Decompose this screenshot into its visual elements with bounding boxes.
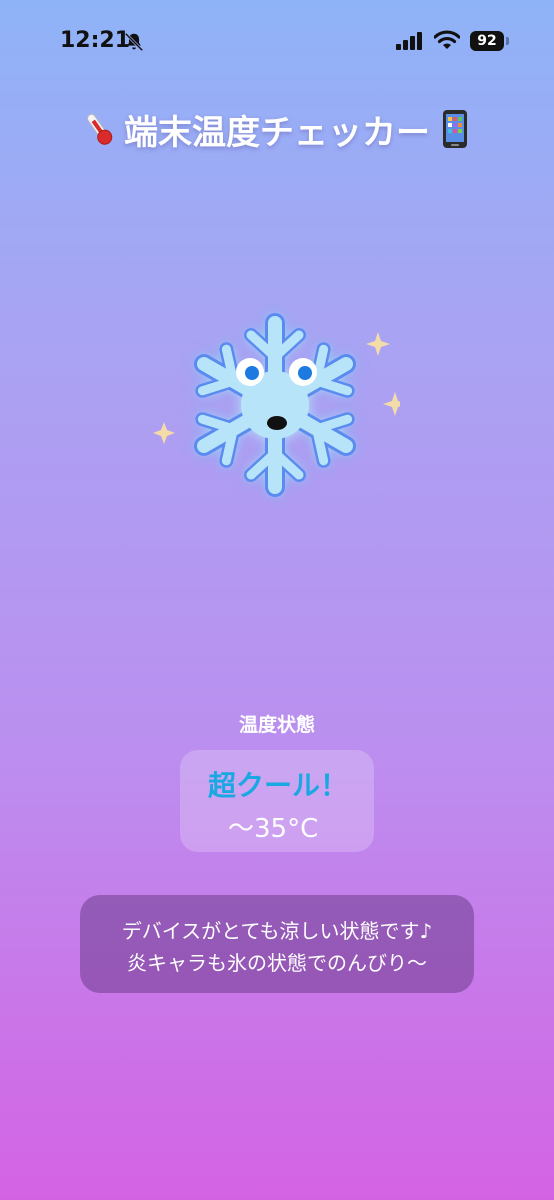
battery-level: 92 [477, 33, 497, 49]
wifi-icon [434, 30, 460, 49]
temperature-status-card: 超クール！ ～35°C [180, 750, 374, 852]
message-line-1: デバイスがとても涼しい状態です♪ [121, 919, 433, 943]
page-title: 端末温度チェッカー [124, 112, 430, 153]
signal-icon [396, 32, 422, 50]
message-line-2: 炎キャラも氷の状態でのんびり～ [127, 951, 427, 975]
battery-tip [506, 37, 509, 45]
message-box: デバイスがとても涼しい状態です♪ 炎キャラも氷の状態でのんびり～ [80, 895, 474, 993]
mobile-phone-icon [443, 110, 467, 148]
thermometer-icon [87, 113, 113, 145]
status-time: 12:21 [60, 28, 131, 53]
section-label: 温度状態 [238, 714, 315, 736]
temperature-range: ～35°C [228, 814, 319, 844]
header: 端末温度チェッカー [0, 106, 554, 153]
snowflake-mascot-icon [153, 313, 400, 510]
bell-slash-icon [124, 32, 144, 52]
temperature-status: 超クール！ [208, 769, 349, 802]
status-bar: 12:21 92 [0, 0, 554, 84]
